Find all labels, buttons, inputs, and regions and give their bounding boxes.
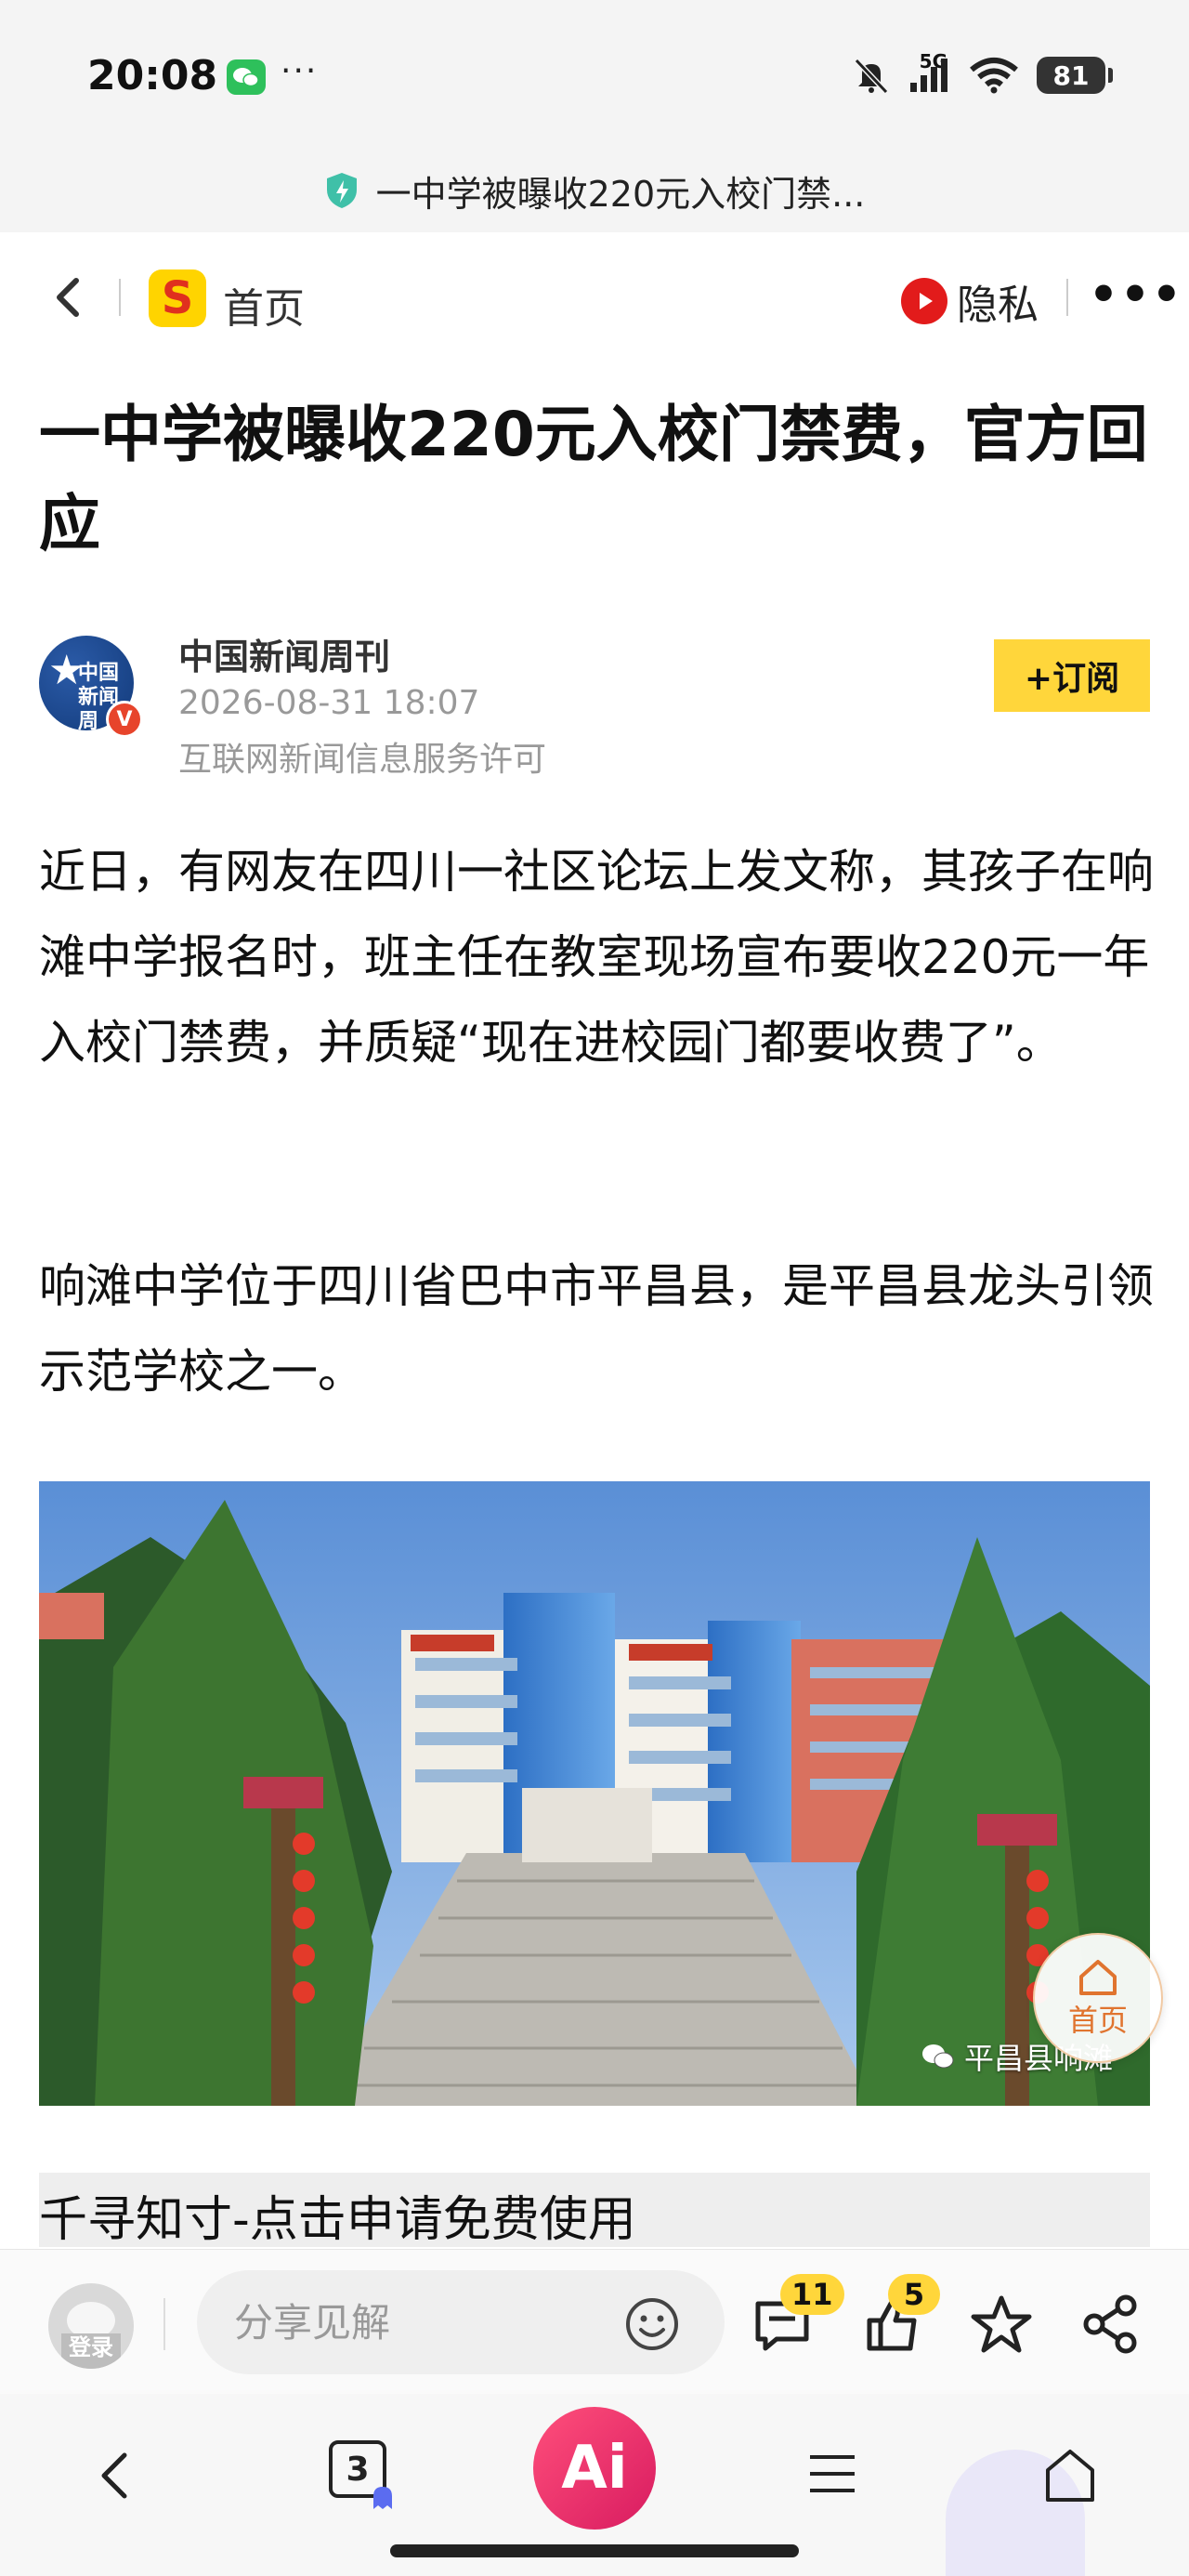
mute-bell-icon	[854, 58, 889, 95]
nav-divider	[1066, 279, 1068, 316]
article-title: 一中学被曝收220元入校门禁费，官方回应	[39, 399, 1148, 559]
secure-shield-icon	[326, 173, 357, 208]
wechat-icon	[227, 59, 266, 95]
home-link[interactable]: 首页	[223, 275, 305, 335]
status-time: 20:08	[87, 52, 218, 99]
sohu-logo[interactable]: S	[149, 269, 206, 327]
more-menu-button[interactable]: •••	[1089, 268, 1183, 322]
publish-time: 2026-08-31 18:07	[178, 684, 480, 722]
home-icon	[1079, 1960, 1117, 1995]
author-name[interactable]: 中国新闻周刊	[178, 628, 390, 679]
play-icon	[901, 278, 947, 324]
nav-divider	[119, 279, 121, 316]
divider	[163, 2298, 165, 2350]
signal-icon	[910, 59, 947, 92]
ai-assistant-button[interactable]: Ai	[533, 2407, 656, 2530]
article-paragraph: 近日，有网友在四川一社区论坛上发文称，其孩子在响滩中学报名时，班主任在教室现场宣…	[39, 845, 1154, 1070]
ghost-badge-icon	[373, 2487, 392, 2509]
wechat-watermark-icon	[921, 2044, 954, 2069]
status-more-indicator: ···	[281, 52, 319, 90]
article-image[interactable]: 平昌县响滩	[39, 1481, 1150, 2106]
battery-indicator: 81	[1037, 57, 1113, 94]
status-icons: 81	[851, 52, 1113, 99]
page-tab-title: 一中学被曝收220元入校门禁...	[375, 173, 866, 215]
browser-nav-bar: 3 Ai	[0, 2394, 1189, 2576]
emoji-icon[interactable]	[624, 2296, 680, 2352]
ad-banner[interactable]: 千寻知寸-点击申请免费使用	[39, 2173, 1150, 2248]
article-nav-row: S 首页 隐私 •••	[0, 249, 1189, 346]
menu-icon[interactable]	[804, 2446, 860, 2502]
floating-home-label: 首页	[1067, 2003, 1128, 2038]
back-icon[interactable]	[93, 2446, 137, 2505]
login-avatar[interactable]: 登录	[48, 2283, 134, 2369]
license-text: 互联网新闻信息服务许可	[178, 741, 547, 779]
home-indicator	[390, 2544, 799, 2557]
comment-bar: 登录 11 5	[0, 2249, 1189, 2394]
star-favorite-icon[interactable]	[968, 2291, 1035, 2358]
floating-home-button[interactable]: 首页	[1033, 1933, 1163, 2063]
ad-text: 千寻知寸-点击申请免费使用	[39, 2192, 636, 2248]
author-row: ★ 中国 新闻周 V 中国新闻周刊 2026-08-31 18:07 互联网新闻…	[39, 628, 1154, 786]
address-bar[interactable]: 一中学被曝收220元入校门禁...	[0, 149, 1189, 232]
share-icon[interactable]	[1078, 2291, 1144, 2358]
home-tab-icon[interactable]	[1040, 2446, 1100, 2505]
author-avatar[interactable]: ★ 中国 新闻周 V	[39, 636, 143, 738]
verified-icon: V	[106, 701, 143, 738]
privacy-button[interactable]: 隐私	[901, 271, 1039, 331]
status-bar: 20:08 ··· 5G 81	[0, 0, 1189, 149]
privacy-label: 隐私	[957, 282, 1039, 329]
wifi-icon	[970, 58, 1018, 94]
comment-count-badge: 11	[780, 2274, 844, 2315]
like-count-badge: 5	[888, 2274, 940, 2315]
login-label: 登录	[69, 2334, 113, 2360]
back-chevron-icon[interactable]	[48, 271, 85, 323]
article-paragraph: 响滩中学位于四川省巴中市平昌县，是平昌县龙头引领示范学校之一。	[39, 1259, 1154, 1399]
subscribe-button[interactable]: +订阅	[994, 639, 1150, 712]
